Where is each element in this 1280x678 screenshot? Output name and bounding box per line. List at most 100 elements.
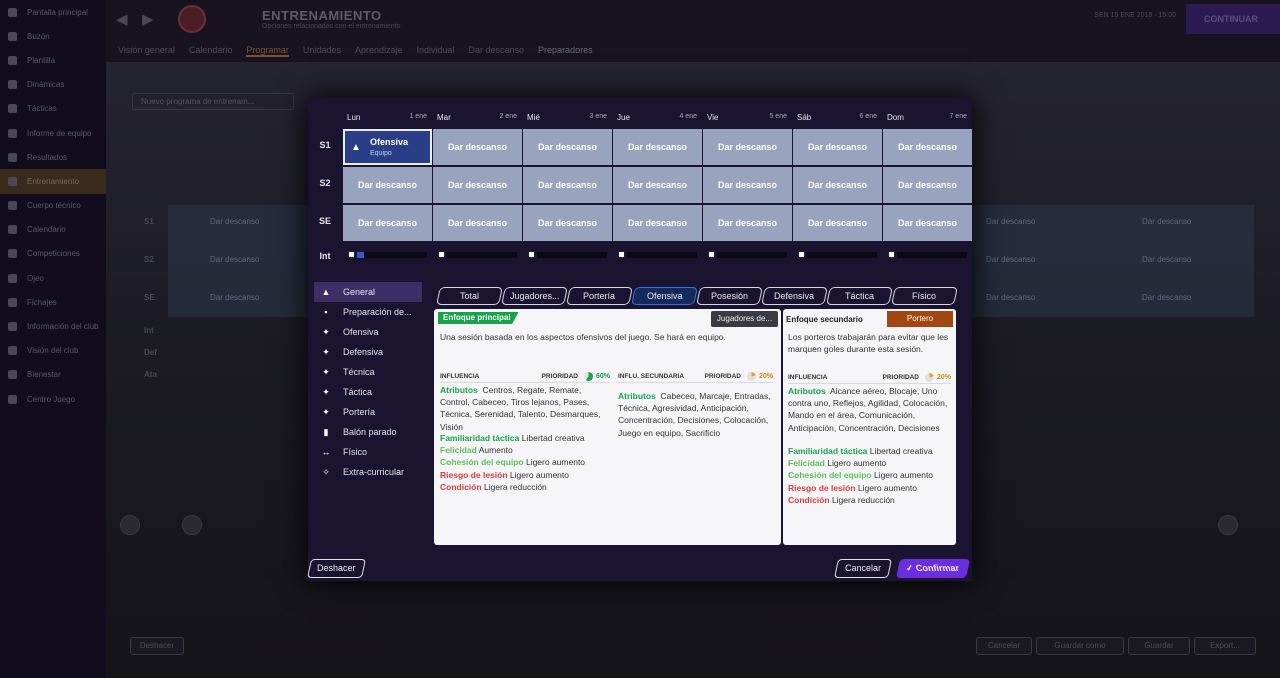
selected-session-cell[interactable]: ▲ Ofensiva Equipo <box>343 129 432 165</box>
secondary-panel-priority-label: PRIORIDAD <box>882 374 919 381</box>
category-item[interactable]: ✧ Extra-curricular <box>314 462 422 482</box>
secondary-focus-panel: Enfoque secundario Portero Los porteros … <box>783 309 956 545</box>
day-date: 1 ene <box>409 113 427 120</box>
session-cell[interactable]: Dar descanso <box>703 167 792 203</box>
category-item[interactable]: ✦ Portería <box>314 402 422 422</box>
sidebar-item-icon <box>8 225 17 235</box>
filter-tab-label: Jugadores... <box>509 291 560 301</box>
effect-key: Cohesión del equipo <box>788 470 872 481</box>
session-cell[interactable]: Dar descanso <box>523 167 612 203</box>
session-cell[interactable]: Dar descanso <box>703 205 792 241</box>
session-cell[interactable]: Dar descanso <box>793 129 882 165</box>
session-cell[interactable]: Dar descanso <box>523 205 612 241</box>
category-item[interactable]: ✦ Ofensiva <box>314 322 422 342</box>
intensity-cell <box>433 251 522 259</box>
primary-attributes: Atributos Centros, Regate, Remate, Contr… <box>440 384 610 433</box>
background-tab: Aprendizaje <box>354 45 403 55</box>
category-item[interactable]: ✦ Defensiva <box>314 342 422 362</box>
intensity-fill <box>357 252 364 258</box>
effect-value: Ligera reducción <box>831 494 895 505</box>
background-sidebar-item: Calendario <box>0 218 106 242</box>
session-cell[interactable]: Dar descanso <box>613 167 702 203</box>
session-cell[interactable]: Dar descanso <box>703 129 792 165</box>
category-icon: ✦ <box>322 386 330 397</box>
session-cell[interactable]: Dar descanso <box>613 129 702 165</box>
category-item[interactable]: ✦ Táctica <box>314 382 422 402</box>
filter-tab[interactable]: Físico <box>891 287 958 305</box>
background-tab: Individual <box>416 45 455 55</box>
session-cell[interactable]: Dar descanso <box>343 167 432 203</box>
category-icon: ↔ <box>321 447 331 457</box>
category-item[interactable]: ▪ Preparación de... <box>314 302 422 322</box>
day-date: 2 ene <box>499 113 517 120</box>
effect-line: Riesgo de lesión Ligero aumento <box>788 482 951 494</box>
intensity-marker <box>528 251 535 258</box>
background-sidebar-item: Buzón <box>0 24 106 48</box>
session-cell[interactable]: Dar descanso <box>613 205 702 241</box>
session-cell[interactable]: Dar descanso <box>343 205 432 241</box>
effect-value: Ligero aumento <box>525 457 586 468</box>
day-name: Vie <box>707 113 719 122</box>
intensity-bar <box>537 252 607 258</box>
background-cell-text: Dar descanso <box>210 293 260 302</box>
filter-tab[interactable]: Total <box>436 287 503 305</box>
category-item[interactable]: ▮ Balón parado <box>314 422 422 442</box>
background-date: SEN 15 ENE 2018 · 15:00 <box>1094 12 1176 19</box>
goalkeeper-chip[interactable]: Portero <box>887 311 953 327</box>
session-cell[interactable]: Dar descanso <box>433 129 522 165</box>
background-tabs: Visión general Calendario Programar Unidade… <box>118 45 593 57</box>
effect-key: Familiaridad táctica <box>440 433 520 443</box>
cancel-button[interactable]: Cancelar <box>833 559 893 578</box>
secondary-influence-header: INFLU. SECUNDARIA PRIORIDAD 20% <box>618 371 773 383</box>
session-cell[interactable]: Dar descanso <box>523 129 612 165</box>
background-cell-text: Dar descanso <box>210 255 260 264</box>
calendar-day-header: Sáb 6 ene <box>792 106 882 128</box>
players-chip[interactable]: Jugadores de... <box>711 311 778 327</box>
filter-tab[interactable]: Táctica <box>826 287 893 305</box>
session-cell[interactable]: Dar descanso <box>433 167 522 203</box>
session-cell[interactable]: Dar descanso <box>883 129 972 165</box>
session-cell[interactable]: Dar descanso <box>793 205 882 241</box>
sidebar-item-label: Dinámicas <box>27 80 65 90</box>
secondary-description: Los porteros trabajarán para evitar que … <box>788 332 949 354</box>
session-cell[interactable]: Dar descanso <box>883 205 972 241</box>
category-item[interactable]: ✦ Técnica <box>314 362 422 382</box>
session-row-label: S1 <box>319 140 331 150</box>
background-sidebar-item: Información del club <box>0 314 106 338</box>
category-icon: ▮ <box>323 426 329 437</box>
category-label: Técnica <box>343 367 375 377</box>
filter-tab[interactable]: Portería <box>566 287 633 305</box>
session-cell[interactable]: Dar descanso <box>433 205 522 241</box>
secondary-priority-value: 20% <box>758 373 773 380</box>
sidebar-item-label: Buzón <box>27 31 50 41</box>
session-cell[interactable]: Dar descanso <box>883 167 972 203</box>
secondary-panel-pie-icon <box>924 373 934 382</box>
sidebar-item-label: Información del club <box>27 322 99 332</box>
category-icon: ▲ <box>321 287 331 297</box>
filter-tab[interactable]: Jugadores... <box>501 287 568 305</box>
filter-tab[interactable]: Ofensiva <box>631 287 698 305</box>
secondary-panel-influence-label: INFLUENCIA <box>788 374 828 381</box>
effect-value: Libertad creativa <box>869 446 933 456</box>
calendar-day-header: Dom 7 ene <box>882 106 972 128</box>
sidebar-item-icon <box>8 31 17 41</box>
filter-tab[interactable]: Defensiva <box>761 287 828 305</box>
category-item[interactable]: ↔ Físico <box>314 442 422 462</box>
session-cell[interactable]: Dar descanso <box>793 167 882 203</box>
selected-session-subtitle: Equipo <box>370 150 392 157</box>
filter-tab[interactable]: Posesión <box>696 287 763 305</box>
effect-line: Cohesión del equipo Ligero aumento <box>440 456 610 468</box>
background-row-label: Int <box>144 326 154 335</box>
cone <box>182 515 202 535</box>
primary-influence-header: INFLUENCIA PRIORIDAD 60% <box>440 371 610 383</box>
category-item[interactable]: ▲ General <box>314 282 422 302</box>
confirm-button[interactable]: ✓ Confirmar <box>895 559 971 578</box>
undo-button[interactable]: Deshacer <box>306 559 367 578</box>
category-icon: ✦ <box>322 406 330 417</box>
intensity-row-label: Int <box>319 251 331 261</box>
category-label: Ofensiva <box>343 327 379 337</box>
primary-focus-tag: Enfoque principal <box>438 312 519 324</box>
background-row-label: Def <box>144 348 157 357</box>
day-date: 5 ene <box>769 113 787 120</box>
cone <box>120 515 140 535</box>
